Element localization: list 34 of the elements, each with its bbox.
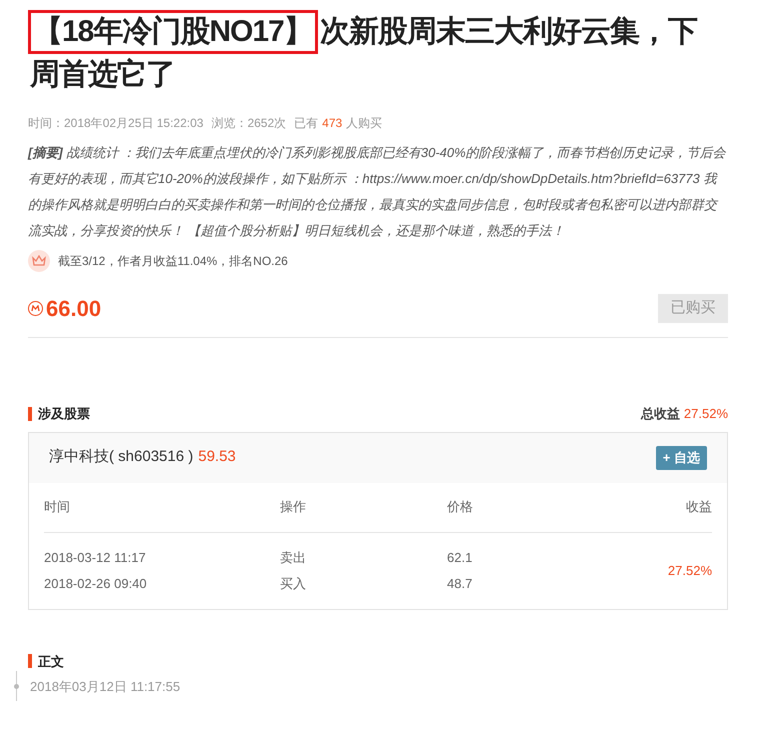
table-cell-text: 卖出 bbox=[280, 548, 307, 566]
post-time: 时间：2018年02月25日 15:22:03 bbox=[28, 115, 204, 132]
table-cell-text: 48.7 bbox=[447, 574, 474, 592]
table-cell-text: 买入 bbox=[280, 574, 307, 592]
accent-bar bbox=[28, 406, 32, 421]
table-cell-text: 2018-02-26 09:40 bbox=[44, 574, 148, 592]
highlighted-title: 【18年冷门股NO17】 bbox=[28, 10, 318, 54]
summary-text: [摘要] 战绩统计 ：我们去年底重点埋伏的冷门系列影视股底部已经有30-40%的阶段涨幅了，而春节档创历史记录，节后会有更好的表现，而其它10-20%的波段操作，如下贴所示 ：https://www.moer.cn/dp/showDpDetails.htm?briefId=63773 我的操作风格就是明明白白的买卖操作和第一时间的仓位播报，最真实的实盘同步信息，包时段或者包私密可以进内部群交流实战，分享投资的快乐！ 【超值个股分析贴】明日短线机会，还是那个味道，熟悉的手法！ bbox=[28, 144, 727, 240]
author-rank: 截至3/12，作者月收益11.04%，排名NO.26 bbox=[58, 253, 288, 270]
crown-icon bbox=[28, 250, 50, 272]
view-count: 浏览：2652次 bbox=[211, 115, 286, 132]
article-title: 次新股周末三大利好云集，下 bbox=[320, 14, 697, 50]
total-return-label: 总收益 bbox=[640, 405, 680, 423]
accent-bar bbox=[28, 654, 32, 668]
post-date: 2018年03月12日 11:17:55 bbox=[30, 678, 180, 696]
article-title: 周首选它了 bbox=[28, 56, 175, 93]
price: 66.00 bbox=[46, 295, 102, 323]
stock-price: 59.53 bbox=[198, 447, 236, 468]
table-cell-text: 2018-03-12 11:17 bbox=[44, 548, 147, 566]
column-header: 操作 bbox=[280, 498, 307, 516]
column-header: 价格 bbox=[447, 498, 474, 516]
buyer-count: 473 bbox=[322, 115, 342, 132]
section-heading: 正文 bbox=[38, 652, 64, 670]
bought-label: 已有 bbox=[294, 115, 318, 132]
table-cell-text: 62.1 bbox=[447, 548, 474, 566]
add-watchlist-button[interactable]: + 自选 bbox=[656, 446, 707, 470]
bought-label: 人购买 bbox=[346, 115, 382, 132]
stock-name: 淳中科技( sh603516 ) bbox=[49, 447, 194, 468]
column-header: 收益 bbox=[685, 498, 712, 516]
column-header: 时间 bbox=[44, 498, 71, 516]
total-return-value: 27.52% bbox=[684, 405, 728, 423]
section-heading: 涉及股票 bbox=[38, 405, 90, 423]
table-cell-text: 27.52% bbox=[666, 562, 712, 580]
coin-icon bbox=[28, 301, 43, 316]
